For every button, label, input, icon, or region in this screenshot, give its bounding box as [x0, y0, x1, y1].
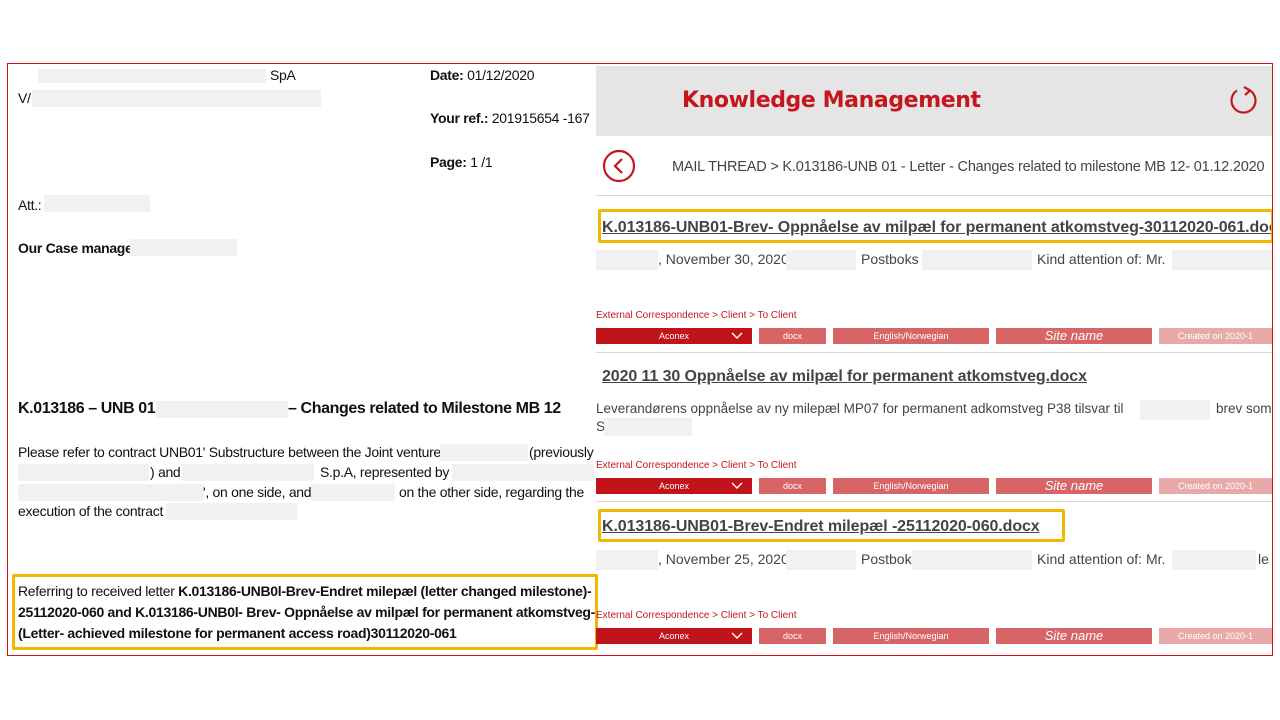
- chevron-down-icon[interactable]: [730, 328, 744, 344]
- doc-postbox-3: Postbok: [861, 551, 912, 567]
- body-line-3a: ', on one side, and: [203, 484, 312, 500]
- att-label: Att.:: [18, 197, 42, 213]
- doc-highlight-box-1: [598, 209, 1272, 243]
- doc-summary-end-2: brev som: [1216, 401, 1272, 416]
- body-line-1b: (previously: [529, 444, 594, 460]
- doc-postbox-1: Postboks: [861, 251, 919, 267]
- tag-created-3[interactable]: Created on 2020-1: [1159, 628, 1272, 644]
- back-circle-icon[interactable]: [602, 149, 636, 183]
- redacted-previous: [18, 464, 149, 481]
- tag-site-3[interactable]: Site name: [996, 628, 1152, 644]
- your-ref-line: Your ref.: 201915654 -167: [430, 110, 590, 126]
- knowledge-management-panel: Knowledge Management MAIL THREAD > K.013…: [596, 64, 1272, 655]
- tag-site-2[interactable]: Site name: [996, 478, 1152, 494]
- doc-summary-2: Leverandørens oppnåelse av ny milepæl MP…: [596, 401, 1124, 416]
- redacted-contract: [166, 503, 297, 520]
- redacted-sender-3: [596, 550, 658, 570]
- company-suffix: SpA: [270, 67, 296, 83]
- redacted-spa: [182, 464, 314, 481]
- tag-language-2[interactable]: English/Norwegian: [833, 478, 989, 494]
- tag-source-1[interactable]: Aconex: [596, 328, 752, 344]
- refresh-icon[interactable]: [1228, 84, 1260, 116]
- doc-tags-3: Aconex docx English/Norwegian Site name …: [596, 628, 1272, 644]
- redacted-represented: [452, 464, 594, 481]
- date-line: Date: 01/12/2020: [430, 67, 535, 83]
- redacted-summary-2: [1140, 400, 1210, 420]
- redacted-sender-1: [596, 250, 658, 270]
- redacted-name-1: [1172, 250, 1272, 270]
- tag-site-1[interactable]: Site name: [996, 328, 1152, 344]
- tag-created-1[interactable]: Created on 2020-1: [1159, 328, 1272, 344]
- doc-category-3[interactable]: External Correspondence > Client > To Cl…: [596, 610, 796, 621]
- tag-language-3[interactable]: English/Norwegian: [833, 628, 989, 644]
- doc-category-2[interactable]: External Correspondence > Client > To Cl…: [596, 460, 796, 471]
- doc-date-1: , November 30, 2020: [658, 251, 789, 267]
- doc-attention-3: Kind attention of: Mr.: [1037, 551, 1166, 567]
- doc-date-3: , November 25, 2020: [658, 551, 789, 567]
- body-line-3b: on the other side, regarding the: [399, 484, 584, 500]
- subject-suffix: – Changes related to Milestone MB 12: [288, 400, 561, 417]
- redacted-att: [44, 195, 150, 212]
- divider: [596, 352, 1272, 353]
- redacted-name-3: [1172, 550, 1256, 570]
- body-line-1a: Please refer to contract UNB01' Substruc…: [18, 444, 441, 460]
- km-header: Knowledge Management: [596, 66, 1272, 136]
- letter-document: SpA V/ Date: 01/12/2020 Your ref.: 20191…: [8, 64, 596, 655]
- subject-prefix: K.013186 – UNB 01: [18, 400, 156, 417]
- body-line-2a: ) and: [150, 464, 181, 480]
- divider: [596, 501, 1272, 502]
- doc-tags-1: Aconex docx English/Norwegian Site name …: [596, 328, 1272, 344]
- redacted-subject: [156, 401, 288, 418]
- doc-category-1[interactable]: External Correspondence > Client > To Cl…: [596, 310, 796, 321]
- tag-format-1[interactable]: docx: [759, 328, 826, 344]
- body-line-4: execution of the contract: [18, 503, 164, 519]
- case-manager-label: Our Case manager:: [18, 240, 143, 256]
- redacted-address-3: [912, 550, 1032, 570]
- redacted-other-party: [311, 484, 395, 501]
- letter-highlight-box: [12, 574, 598, 650]
- tag-language-1[interactable]: English/Norwegian: [833, 328, 989, 344]
- doc-tags-2: Aconex docx English/Norwegian Site name …: [596, 478, 1272, 494]
- doc-title-2[interactable]: 2020 11 30 Oppnåelse av milpæl for perma…: [602, 368, 1087, 386]
- breadcrumb[interactable]: MAIL THREAD > K.013186-UNB 01 - Letter -…: [672, 159, 1265, 175]
- km-title: Knowledge Management: [682, 88, 981, 113]
- to-prefix: V/: [18, 90, 31, 106]
- redacted-summary-line2: [604, 418, 692, 436]
- redacted-company: [38, 69, 266, 83]
- redacted-meta-1: [786, 250, 856, 270]
- redacted-party: [18, 484, 204, 501]
- tag-format-2[interactable]: docx: [759, 478, 826, 494]
- chevron-down-icon[interactable]: [730, 628, 744, 644]
- doc-attention-1: Kind attention of: Mr.: [1037, 251, 1166, 267]
- redacted-meta-3: [786, 550, 856, 570]
- chevron-down-icon[interactable]: [730, 478, 744, 494]
- redacted-case-manager: [130, 239, 237, 256]
- tag-created-2[interactable]: Created on 2020-1: [1159, 478, 1272, 494]
- doc-extra-3: le: [1258, 551, 1269, 567]
- tag-source-2[interactable]: Aconex: [596, 478, 752, 494]
- redacted-recipient: [32, 90, 321, 107]
- tag-source-3[interactable]: Aconex: [596, 628, 752, 644]
- tag-format-3[interactable]: docx: [759, 628, 826, 644]
- body-line-2b: S.p.A, represented by: [320, 464, 450, 480]
- doc-highlight-box-3: [598, 509, 1065, 542]
- redacted-jv: [440, 444, 528, 461]
- page-line: Page: 1 /1: [430, 154, 493, 170]
- redacted-address-1: [922, 250, 1032, 270]
- divider: [596, 195, 1272, 196]
- screenshot-frame: SpA V/ Date: 01/12/2020 Your ref.: 20191…: [7, 63, 1273, 656]
